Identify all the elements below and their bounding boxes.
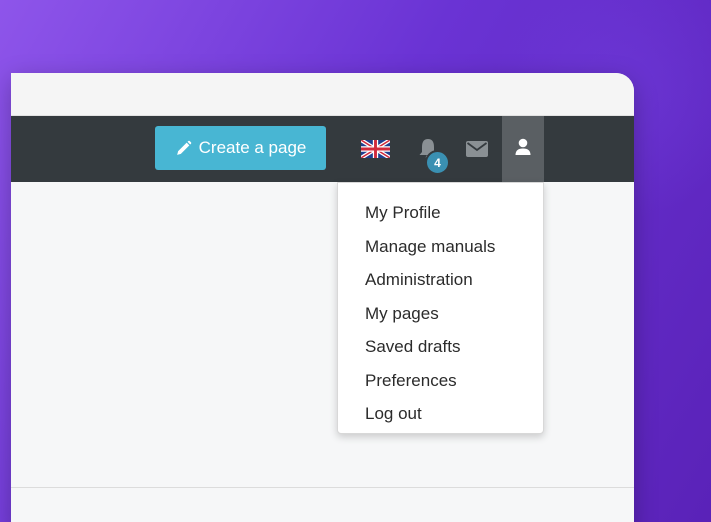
uk-flag-icon[interactable] [361, 140, 390, 158]
menu-item-preferences[interactable]: Preferences [338, 364, 543, 398]
user-dropdown-menu: My Profile Manage manuals Administration… [337, 182, 544, 434]
pencil-icon [175, 140, 192, 157]
window-titlebar [11, 73, 634, 116]
content-divider [11, 487, 634, 488]
create-page-button[interactable]: Create a page [155, 126, 326, 170]
menu-item-manage-manuals[interactable]: Manage manuals [338, 230, 543, 264]
user-icon [515, 138, 531, 160]
backdrop: Create a page 4 My Profile Manage manual… [0, 0, 711, 522]
notification-count-badge: 4 [425, 150, 450, 175]
menu-item-administration[interactable]: Administration [338, 263, 543, 297]
menu-item-log-out[interactable]: Log out [338, 397, 543, 431]
menu-item-my-profile[interactable]: My Profile [338, 196, 543, 230]
top-navbar: Create a page 4 [11, 116, 634, 182]
menu-item-my-pages[interactable]: My pages [338, 297, 543, 331]
user-menu-button[interactable] [502, 116, 544, 182]
menu-item-saved-drafts[interactable]: Saved drafts [338, 330, 543, 364]
create-page-label: Create a page [198, 138, 307, 157]
browser-window: Create a page 4 My Profile Manage manual… [11, 73, 634, 522]
envelope-icon[interactable] [466, 141, 488, 157]
